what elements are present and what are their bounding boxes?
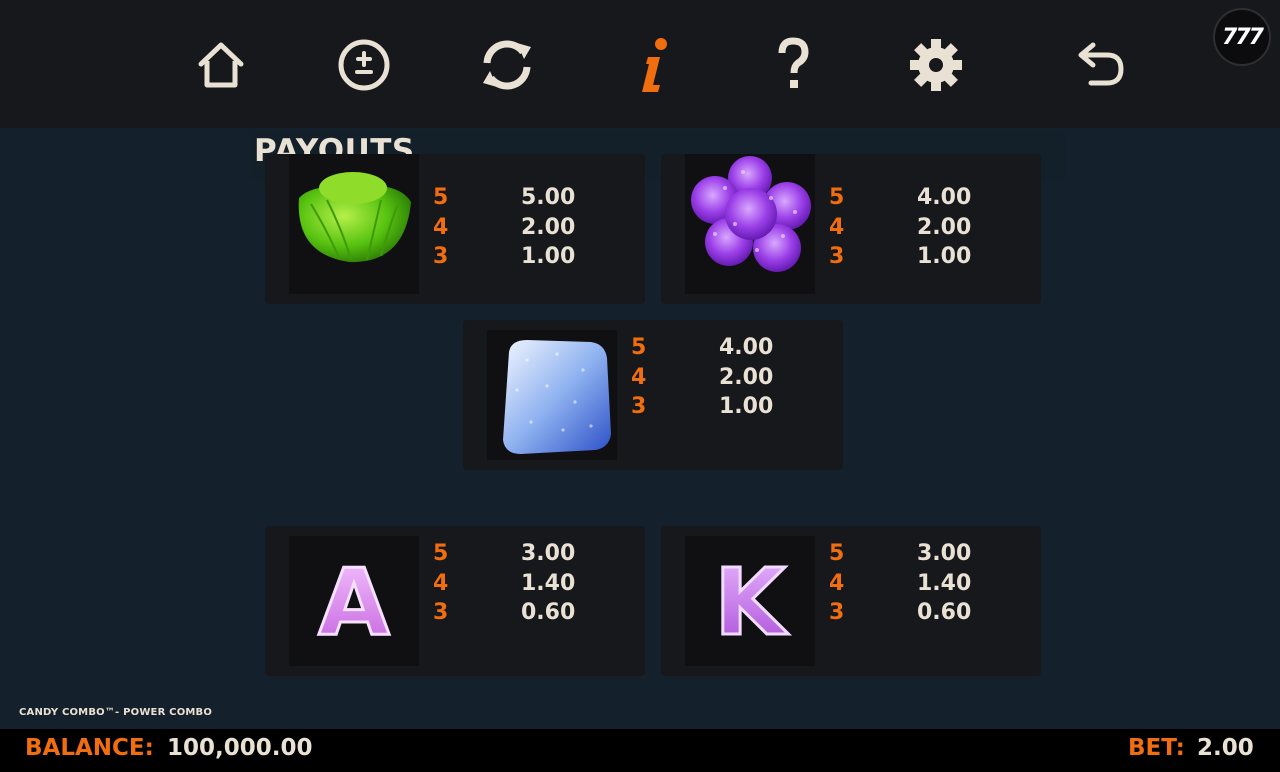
symbol-thumb (487, 330, 617, 460)
payout-row: 4 2.00 (631, 364, 774, 390)
green-candy-icon (298, 172, 411, 263)
svg-text:K: K (714, 549, 789, 656)
letter-k-candy-icon: K (713, 548, 791, 658)
symbol-thumb (685, 154, 815, 294)
balance-value: 100,000.00 (167, 735, 313, 761)
gear-icon (910, 39, 962, 91)
payout-row: 5 3.00 (829, 541, 972, 567)
payout-row: 5 5.00 (433, 185, 576, 211)
symbol-thumb: A (289, 536, 419, 666)
payout-row: 4 1.40 (829, 570, 972, 596)
info-icon (642, 38, 667, 92)
brand-logo: 777 (1213, 8, 1271, 66)
help-button[interactable] (758, 30, 828, 100)
purple-flower-candy-icon (691, 156, 811, 272)
payout-card: 5 4.00 4 2.00 3 1.00 (463, 320, 843, 470)
payout-card: 5 5.00 4 2.00 3 1.00 (265, 154, 645, 304)
payout-row: 3 1.00 (829, 244, 972, 270)
payout-row: 5 4.00 (829, 185, 972, 211)
bet-label: BET: (1128, 735, 1185, 761)
balance-label: BALANCE: (25, 735, 154, 761)
payout-row: 5 4.00 (631, 335, 774, 361)
plus-minus-icon (338, 39, 390, 91)
help-icon (778, 37, 809, 88)
payout-row: 4 2.00 (829, 214, 972, 240)
payout-card: 5 4.00 4 2.00 3 1.00 (661, 154, 1041, 304)
svg-text:A: A (318, 549, 389, 656)
payout-row: 5 3.00 (433, 541, 576, 567)
bet-value: 2.00 (1197, 735, 1254, 761)
payout-row: 3 0.60 (829, 600, 972, 626)
settings-button[interactable] (901, 30, 971, 100)
payout-card: K 5 3.00 4 1.40 3 0.60 (661, 526, 1041, 676)
back-arrow-icon (1078, 42, 1124, 86)
home-button[interactable] (186, 30, 256, 100)
bet-adjust-button[interactable] (329, 30, 399, 100)
blue-sugar-cube-icon (503, 340, 611, 454)
game-name: CANDY COMBO™- POWER COMBO (19, 707, 213, 718)
letter-a-candy-icon: A (317, 548, 391, 658)
payout-row: 3 1.00 (433, 244, 576, 270)
payout-row: 4 1.40 (433, 570, 576, 596)
info-button[interactable] (615, 30, 685, 100)
payout-card: A 5 3.00 4 1.40 3 0.60 (265, 526, 645, 676)
home-icon (198, 42, 244, 88)
symbol-thumb (289, 154, 419, 294)
back-button[interactable] (1064, 30, 1134, 100)
payout-row: 3 1.00 (631, 394, 774, 420)
payout-row: 3 0.60 (433, 600, 576, 626)
refresh-icon (483, 40, 531, 90)
symbol-thumb: K (685, 536, 815, 666)
autoplay-button[interactable] (472, 30, 542, 100)
payout-row: 4 2.00 (433, 214, 576, 240)
